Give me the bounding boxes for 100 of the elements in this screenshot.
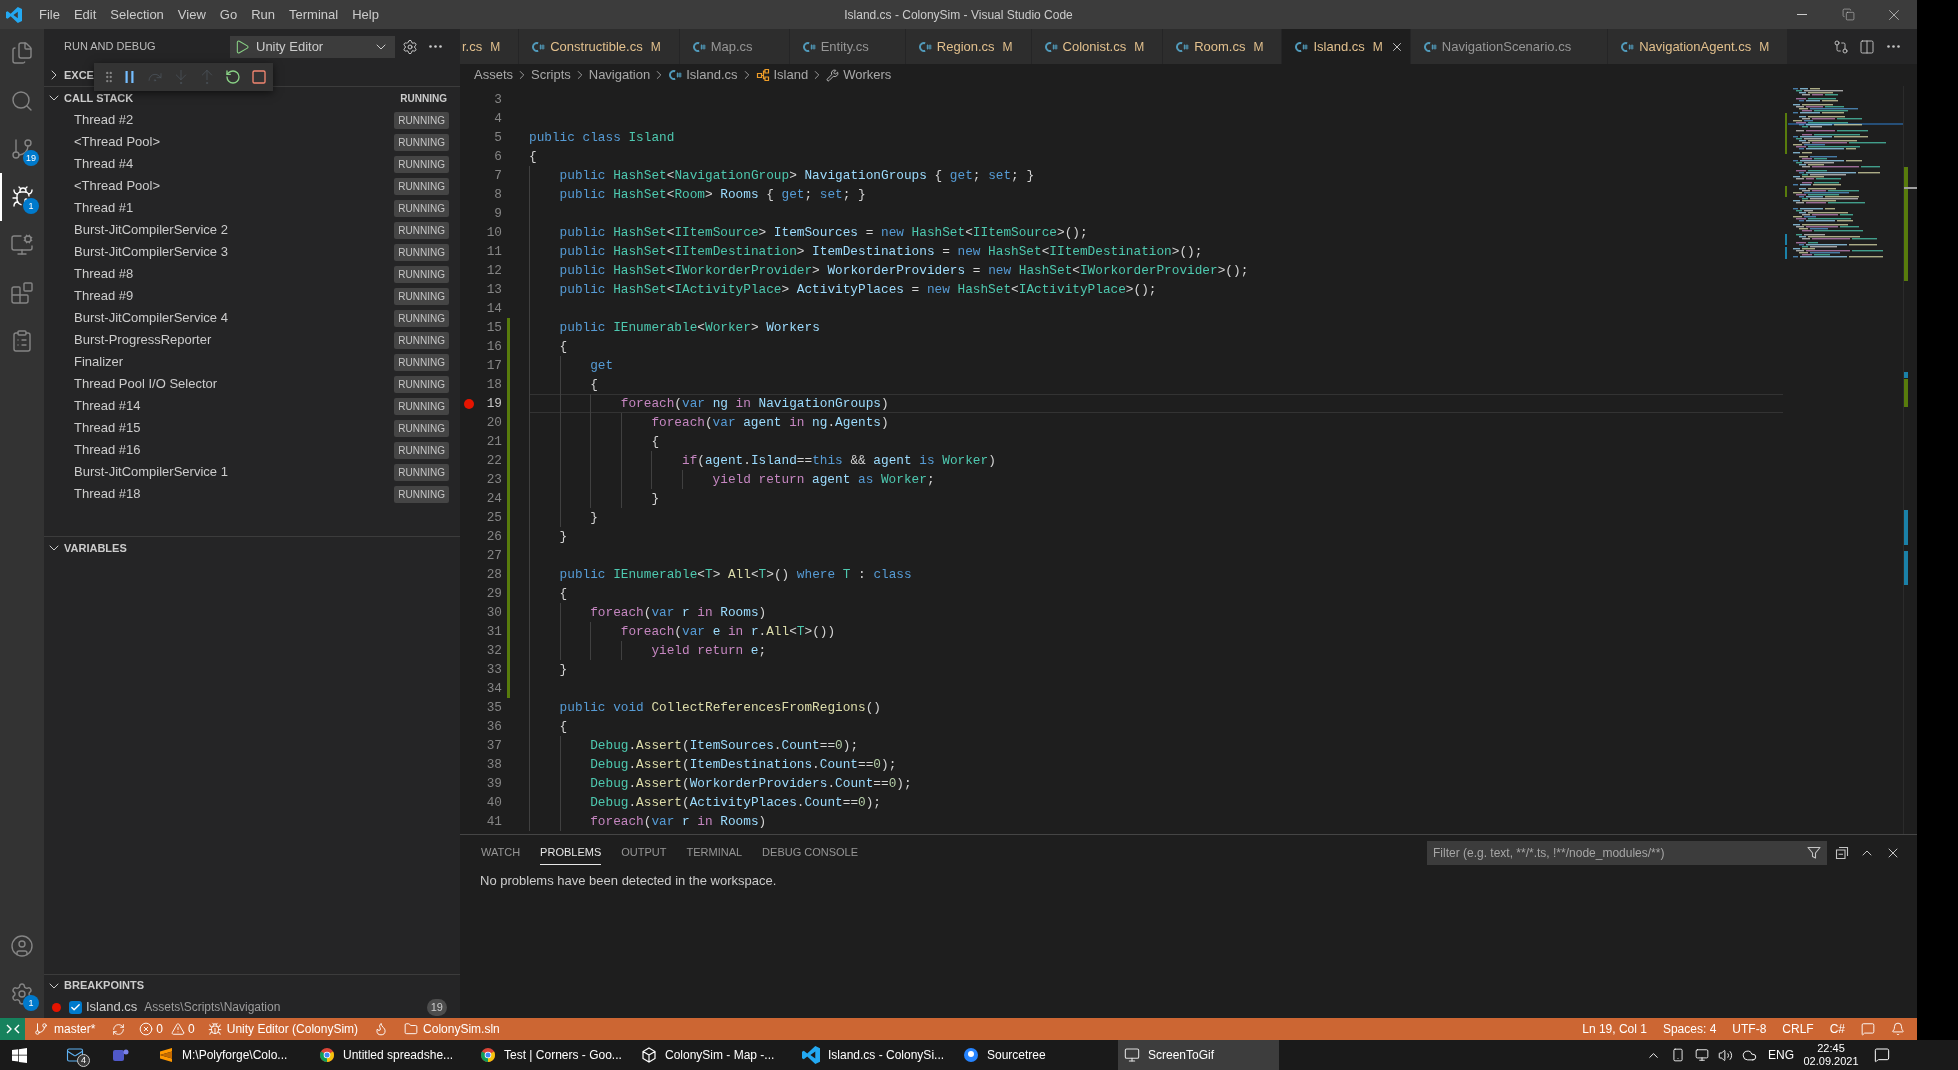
thread-name[interactable]: Burst-ProgressReporter: [74, 330, 212, 350]
language-indicator[interactable]: ENG: [1762, 1040, 1800, 1070]
stacked-squares-icon[interactable]: [1835, 845, 1849, 860]
line-number: 15: [486, 320, 502, 335]
menu-item[interactable]: Edit: [66, 0, 104, 29]
thread-name[interactable]: Thread #2: [74, 110, 134, 130]
taskbar-app[interactable]: Island.cs - ColonySi...: [796, 1040, 957, 1070]
debug-target[interactable]: Unity Editor (ColonySim): [199, 1018, 367, 1040]
clock[interactable]: 22:45 02.09.2021: [1800, 1040, 1862, 1070]
status-badge: RUNNING: [394, 485, 449, 503]
checkbox[interactable]: [69, 1000, 82, 1014]
code-line: public IEnumerable<T> All<T>() where T : class: [559, 566, 912, 584]
panel-tab[interactable]: OUTPUT: [621, 840, 667, 865]
menu-item[interactable]: File: [32, 0, 67, 29]
play-icon[interactable]: [234, 38, 250, 55]
thread-name[interactable]: Thread #9: [74, 286, 134, 306]
line-ending-status[interactable]: CRLF: [1774, 1018, 1822, 1040]
branch-status[interactable]: master*: [25, 1018, 104, 1040]
editor-tab[interactable]: Room.cs M: [1163, 29, 1283, 64]
thread-name[interactable]: Thread #4: [74, 154, 134, 174]
editor-tab[interactable]: Map.cs: [679, 29, 790, 64]
thread-name[interactable]: Finalizer: [74, 352, 124, 372]
compare-icon: [1833, 38, 1849, 55]
taskbar-app[interactable]: ColonySim - Map -...: [635, 1040, 796, 1070]
menu-item[interactable]: Help: [345, 0, 386, 29]
code-line: public class Island: [529, 129, 675, 147]
solution-status[interactable]: ColonySim.sln: [396, 1018, 508, 1040]
error-icon: [139, 1022, 154, 1036]
thread-name[interactable]: Burst-JitCompilerService 1: [74, 462, 228, 482]
taskbar-app[interactable]: ScreenToGif: [1118, 1040, 1279, 1070]
thread-name[interactable]: <Thread Pool>: [74, 176, 160, 196]
menu-item[interactable]: Go: [212, 0, 245, 29]
thread-name[interactable]: Burst-JitCompilerService 3: [74, 242, 228, 262]
encoding-status[interactable]: UTF-8: [1724, 1018, 1775, 1040]
activity-bar-item[interactable]: 19: [0, 125, 44, 173]
line-number: 33: [486, 662, 502, 677]
thread-name[interactable]: Thread #18: [74, 484, 141, 504]
cursor-position[interactable]: Ln 19, Col 1: [1574, 1018, 1655, 1040]
editor-tab[interactable]: Island.cs M: [1282, 29, 1411, 64]
thread-name[interactable]: Thread Pool I/O Selector: [74, 374, 218, 394]
problems-status[interactable]: 0 0: [134, 1018, 200, 1040]
thread-name[interactable]: Thread #14: [74, 396, 141, 416]
more-icon: [1886, 45, 1900, 48]
code-line: if(agent.Island==this && agent is Worker): [682, 452, 996, 470]
editor-tab[interactable]: Constructible.cs M: [519, 29, 680, 64]
breadcrumb-item[interactable]: Workers: [843, 65, 892, 85]
restore-icon: [1841, 8, 1855, 21]
editor-tab[interactable]: r.cs M: [460, 29, 520, 64]
section-title[interactable]: BREAKPOINTS: [64, 977, 145, 994]
code-line: public HashSet<IItemDestination> ItemDestinations = new HashSet<IItemDestination>();: [559, 243, 1203, 261]
panel-tab[interactable]: TERMINAL: [686, 840, 743, 865]
panel-tab[interactable]: DEBUG CONSOLE: [762, 840, 859, 865]
breadcrumb-item[interactable]: Island.cs: [686, 65, 738, 85]
breadcrumb-item[interactable]: Scripts: [531, 65, 571, 85]
taskbar-app[interactable]: M:\Polyforge\Colo...: [152, 1040, 313, 1070]
section-title[interactable]: VARIABLES: [64, 539, 127, 557]
editor-tab[interactable]: NavigationAgent.cs M: [1608, 29, 1789, 64]
file-name[interactable]: Island.cs: [86, 997, 138, 1017]
editor-tab[interactable]: NavigationScenario.cs: [1410, 29, 1609, 64]
filter-field[interactable]: Filter (e.g. text, **/*.ts, !**/node_modules/**): [1427, 840, 1827, 865]
code-line: public HashSet<IWorkorderProvider> WorkorderProviders = new HashSet<IWorkorderProvider>();: [559, 262, 1249, 280]
editor-tab[interactable]: Entity.cs: [789, 29, 906, 64]
section-title[interactable]: CALL STACK: [64, 89, 134, 107]
menu-item[interactable]: Terminal: [282, 0, 346, 29]
git-status-letter: M: [1372, 38, 1383, 56]
panel-tab[interactable]: WATCH: [481, 840, 521, 865]
thread-name[interactable]: Burst-JitCompilerService 4: [74, 308, 228, 328]
phone-icon: [1671, 1048, 1685, 1062]
remote-button[interactable]: [0, 1018, 25, 1040]
indentation-status[interactable]: Spaces: 4: [1654, 1018, 1725, 1040]
taskbar-app[interactable]: Untitled spreadshe...: [313, 1040, 474, 1070]
thread-name[interactable]: Thread #1: [74, 198, 134, 218]
menu-item[interactable]: Selection: [103, 0, 171, 29]
line-number: 23: [486, 472, 502, 487]
breadcrumb-item[interactable]: Navigation: [588, 65, 651, 85]
language-status[interactable]: C#: [1821, 1018, 1853, 1040]
settings-icon[interactable]: [402, 38, 418, 55]
taskbar-app[interactable]: Sourcetree: [957, 1040, 1118, 1070]
panel-tab[interactable]: PROBLEMS: [540, 840, 602, 865]
editor-tab[interactable]: Colonist.cs M: [1031, 29, 1164, 64]
breadcrumb-item[interactable]: Assets: [474, 65, 513, 85]
taskbar-app[interactable]: Test | Corners - Goo...: [474, 1040, 635, 1070]
line-number: 35: [486, 700, 502, 715]
thread-name[interactable]: <Thread Pool>: [74, 132, 160, 152]
activity-bar-item[interactable]: 1: [0, 970, 44, 1018]
section-title[interactable]: EXCE: [64, 66, 94, 84]
configuration-dropdown[interactable]: Unity Editor: [230, 35, 395, 58]
thread-name[interactable]: Thread #16: [74, 440, 141, 460]
taskbar-app[interactable]: 4: [52, 1040, 98, 1070]
breadcrumb-item[interactable]: Island: [773, 65, 809, 85]
menu-item[interactable]: Run: [244, 0, 282, 29]
thread-name[interactable]: Thread #8: [74, 264, 134, 284]
more-icon[interactable]: [429, 45, 442, 48]
thread-name[interactable]: Burst-JitCompilerService 2: [74, 220, 228, 240]
filter-icon[interactable]: [1807, 845, 1821, 860]
menu-item[interactable]: View: [170, 0, 213, 29]
thread-name[interactable]: Thread #15: [74, 418, 141, 438]
breakpoint-icon[interactable]: [464, 398, 474, 409]
code-line: {: [651, 433, 660, 451]
editor-tab[interactable]: Region.cs M: [905, 29, 1032, 64]
